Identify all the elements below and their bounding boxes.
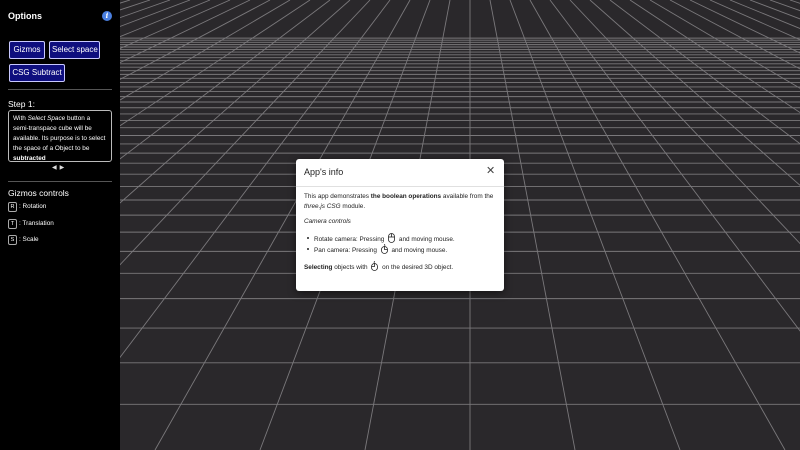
key-t: T <box>8 219 17 229</box>
list-item: Pan camera: Pressing and moving mouse. <box>304 244 498 255</box>
right-mouse-button-icon <box>380 244 388 254</box>
modal-body: This app demonstrates the boolean operat… <box>304 192 498 278</box>
step-navigation: ◀▶ <box>52 164 67 171</box>
scale-label: : Scale <box>19 236 39 243</box>
key-s: S <box>8 235 17 245</box>
next-arrow-icon[interactable]: ▶ <box>60 165 68 171</box>
list-item: Rotate camera: Pressing and moving mouse… <box>304 233 498 244</box>
left-click-icon <box>371 261 379 271</box>
translation-label: : Translation <box>19 220 54 227</box>
divider <box>8 181 112 182</box>
select-space-button[interactable]: Select space <box>49 41 100 59</box>
rotation-label: : Rotation <box>19 203 47 210</box>
modal-header: App's info ✕ <box>296 159 504 187</box>
key-r: R <box>8 202 17 212</box>
info-icon[interactable]: i <box>102 11 112 21</box>
camera-controls-list: Rotate camera: Pressing and moving mouse… <box>304 233 498 255</box>
modal-title: App's info <box>304 167 344 177</box>
intro-paragraph: This app demonstrates the boolean operat… <box>304 193 494 210</box>
left-mouse-button-icon <box>388 233 396 243</box>
close-icon[interactable]: ✕ <box>486 165 495 177</box>
step-text-italic: Select Space <box>27 115 66 122</box>
app-info-modal: App's info ✕ This app demonstrates the b… <box>296 159 504 291</box>
gizmos-controls-title: Gizmos controls <box>8 188 69 198</box>
camera-controls-heading: Camera controls <box>304 218 351 225</box>
step-text: With <box>13 115 26 122</box>
step-text-bold: subtracted <box>13 155 46 162</box>
gizmos-button[interactable]: Gizmos <box>9 41 45 59</box>
prev-arrow-icon[interactable]: ◀ <box>52 165 60 171</box>
step-title: Step 1: <box>8 99 35 109</box>
divider <box>8 89 112 90</box>
csg-subtract-button[interactable]: CSG Subtract <box>9 64 65 82</box>
step-description: With Select Space button a semi-transpac… <box>8 110 112 162</box>
selecting-paragraph: Selecting objects with on the desired 3D… <box>304 261 498 273</box>
options-sidebar: Options i Gizmos Select space CSG Subtra… <box>0 0 120 450</box>
sidebar-title: Options <box>8 11 42 21</box>
